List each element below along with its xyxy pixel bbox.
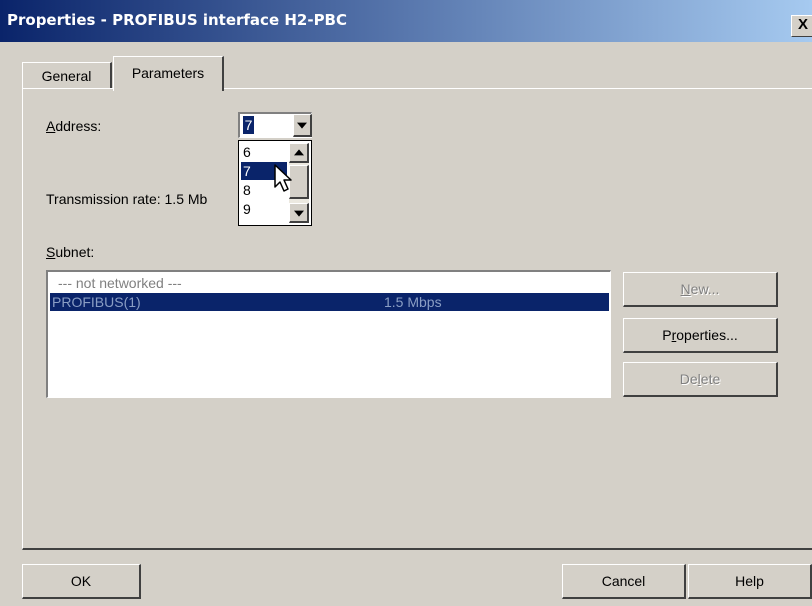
new-button-label: New... (680, 281, 720, 297)
subnet-row-name: --- not networked --- (58, 275, 182, 291)
scroll-up-button[interactable] (289, 143, 309, 163)
cancel-button[interactable]: Cancel (562, 564, 686, 599)
address-label: Address: (46, 118, 101, 134)
properties-button[interactable]: Properties... (623, 318, 778, 353)
subnet-row-rate: 1.5 Mbps (384, 294, 442, 310)
subnet-label-text: ubnet: (55, 244, 95, 260)
ok-button[interactable]: OK (22, 564, 141, 599)
tab-general[interactable]: General (22, 62, 112, 89)
tab-parameters[interactable]: Parameters (113, 56, 224, 91)
scroll-down-icon (293, 210, 304, 217)
tab-parameters-label: Parameters (131, 65, 205, 81)
properties-button-label: Properties... (662, 327, 738, 343)
mouse-pointer-icon (274, 164, 292, 192)
tab-general-label: General (41, 68, 92, 84)
address-label-text: ddress: (55, 118, 102, 134)
delete-button[interactable]: Delete (623, 362, 778, 397)
address-combobox[interactable]: 7 (238, 112, 312, 138)
delete-button-label: Delete (679, 371, 721, 387)
subnet-label: Subnet: (46, 244, 94, 260)
access-key-letter: l (697, 371, 701, 387)
scroll-down-button[interactable] (289, 203, 309, 223)
close-button[interactable]: X (791, 15, 812, 37)
subnet-row-name: PROFIBUS(1) (52, 294, 141, 310)
scroll-up-icon (293, 148, 304, 155)
access-key-letter: N (680, 281, 691, 297)
address-option-9[interactable]: 9 (241, 200, 287, 218)
chevron-down-icon (297, 122, 307, 129)
access-key-letter: r (671, 327, 677, 343)
address-label-accel: A (46, 118, 56, 134)
address-combobox-value: 7 (243, 116, 254, 134)
transmission-rate-label: Transmission rate: 1.5 Mb (46, 191, 208, 207)
window-title: Properties - PROFIBUS interface H2-PBC (7, 11, 347, 29)
address-dropdown-button[interactable] (293, 114, 312, 137)
subnet-row-profibus[interactable]: PROFIBUS(1) 1.5 Mbps (50, 293, 609, 311)
new-button[interactable]: New... (623, 272, 778, 307)
subnet-row-not-networked[interactable]: --- not networked --- (50, 274, 609, 292)
subnet-label-accel: S (46, 244, 56, 260)
help-button[interactable]: Help (688, 564, 812, 599)
subnet-list[interactable]: --- not networked --- PROFIBUS(1) 1.5 Mb… (46, 270, 611, 398)
title-bar: Properties - PROFIBUS interface H2-PBC X (0, 0, 812, 42)
address-option-6[interactable]: 6 (241, 143, 287, 161)
